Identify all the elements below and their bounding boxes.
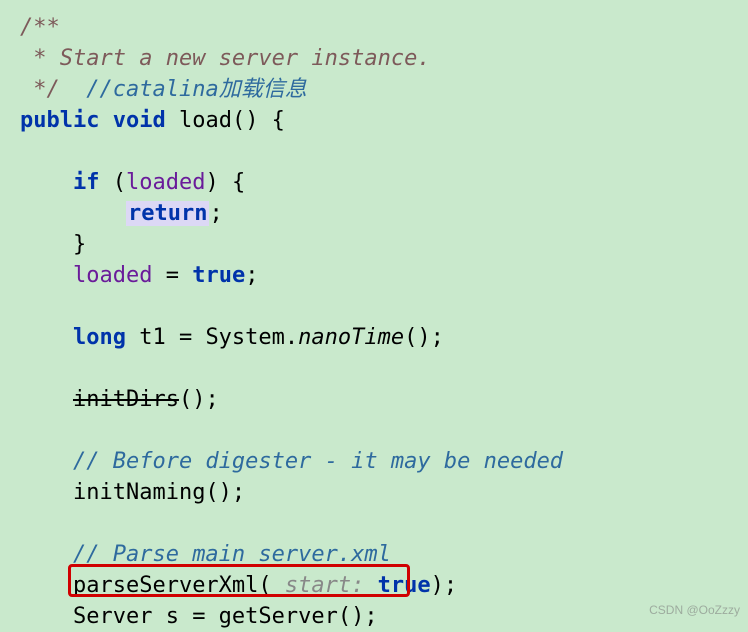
field-loaded: loaded	[126, 170, 205, 195]
blank-line	[20, 136, 748, 167]
semi: ;	[245, 263, 258, 288]
code-line: // Parse main server.xml	[20, 539, 748, 570]
code-line: initDirs();	[20, 384, 748, 415]
close-paren: );	[431, 573, 458, 598]
code-line: // Before digester - it may be needed	[20, 446, 748, 477]
fn-load: load() {	[179, 108, 285, 133]
nanotime: nanoTime	[298, 325, 404, 350]
blank-line	[20, 291, 748, 322]
call-suffix: ();	[179, 387, 219, 412]
code-line: if (loaded) {	[20, 167, 748, 198]
code-line: }	[20, 229, 748, 260]
code-line: /**	[20, 12, 748, 43]
comment-before: // Before digester - it may be needed	[73, 449, 563, 474]
watermark: CSDN @OoZzzy	[649, 595, 740, 626]
initdirs: initDirs	[73, 387, 179, 412]
kw-if: if	[73, 170, 100, 195]
t1-assign: t1 = System.	[126, 325, 298, 350]
code-line: parseServerXml( start: true);	[20, 570, 748, 601]
param-hint-start: start:	[272, 573, 378, 598]
semi: ;	[209, 201, 222, 226]
code-line: loaded = true;	[20, 260, 748, 291]
code-line: initNaming();	[20, 477, 748, 508]
blank-line	[20, 508, 748, 539]
initnaming: initNaming();	[73, 480, 245, 505]
kw-long: long	[73, 325, 126, 350]
kw-true-1: true	[192, 263, 245, 288]
kw-true-2: true	[378, 573, 431, 598]
cn-comment: //catalina加载信息	[86, 77, 306, 102]
javadoc-close: */	[20, 77, 60, 102]
code-line: * Start a new server instance.	[20, 43, 748, 74]
kw-public: public	[20, 108, 99, 133]
javadoc-open: /**	[20, 15, 60, 40]
field-loaded-assign: loaded	[73, 263, 152, 288]
server-line: Server s = getServer();	[73, 604, 378, 629]
code-line: long t1 = System.nanoTime();	[20, 322, 748, 353]
kw-void: void	[113, 108, 166, 133]
blank-line	[20, 415, 748, 446]
javadoc-body: * Start a new server instance.	[20, 46, 431, 71]
blank-line	[20, 353, 748, 384]
code-line: public void load() {	[20, 105, 748, 136]
comment-parse: // Parse main server.xml	[73, 542, 391, 567]
parsexml-call: parseServerXml(	[73, 573, 272, 598]
code-line: */ //catalina加载信息	[20, 74, 748, 105]
code-line: Server s = getServer();	[20, 601, 748, 632]
code-line: return;	[20, 198, 748, 229]
paren: ) {	[205, 170, 245, 195]
eq: =	[152, 263, 192, 288]
kw-return: return	[126, 201, 209, 226]
call-suffix: ();	[404, 325, 444, 350]
brace-close: }	[73, 232, 86, 257]
